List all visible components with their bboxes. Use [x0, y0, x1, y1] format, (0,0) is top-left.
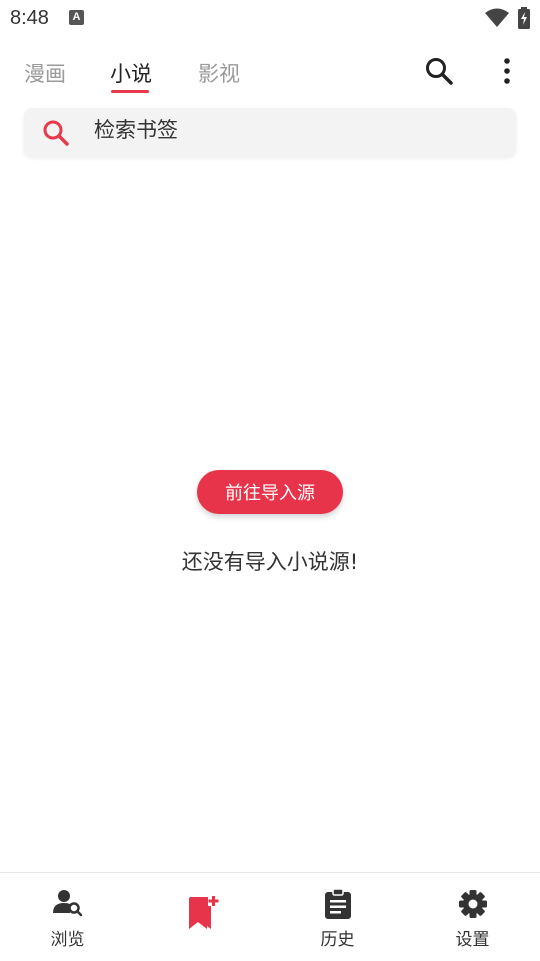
import-source-button[interactable]: 前往导入源	[197, 470, 343, 514]
nav-history-label: 历史	[320, 930, 355, 950]
nav-settings-label: 设置	[455, 930, 490, 950]
gear-icon	[458, 889, 488, 923]
nav-history[interactable]: 历史	[270, 873, 405, 961]
category-tabs: 漫画 小说 影视	[0, 52, 540, 96]
header-search-icon[interactable]	[424, 56, 454, 86]
tab-novel[interactable]: 小说	[110, 58, 152, 88]
status-time: 8:48	[10, 7, 49, 29]
nav-settings[interactable]: 设置	[405, 873, 540, 961]
nav-browse[interactable]: 浏览	[0, 873, 135, 961]
empty-message: 还没有导入小说源!	[181, 550, 359, 574]
notification-a-icon: A	[69, 10, 84, 25]
bookmark-search-box[interactable]	[24, 108, 516, 156]
more-vert-icon[interactable]	[501, 56, 513, 86]
bookmark-add-icon	[187, 895, 219, 935]
nav-browse-label: 浏览	[50, 930, 85, 950]
search-input[interactable]	[92, 117, 496, 143]
clipboard-icon	[324, 888, 352, 923]
status-bar: 8:48 A	[0, 0, 540, 36]
nav-bookmarks[interactable]	[135, 873, 270, 961]
tab-active-indicator	[111, 90, 149, 93]
bottom-nav: 浏览 历史 设置	[0, 872, 540, 961]
person-search-icon	[52, 889, 83, 921]
tab-video[interactable]: 影视	[198, 58, 240, 88]
search-icon	[42, 119, 70, 151]
battery-icon	[518, 7, 530, 33]
wifi-icon	[485, 8, 509, 32]
tab-manga[interactable]: 漫画	[24, 58, 66, 88]
